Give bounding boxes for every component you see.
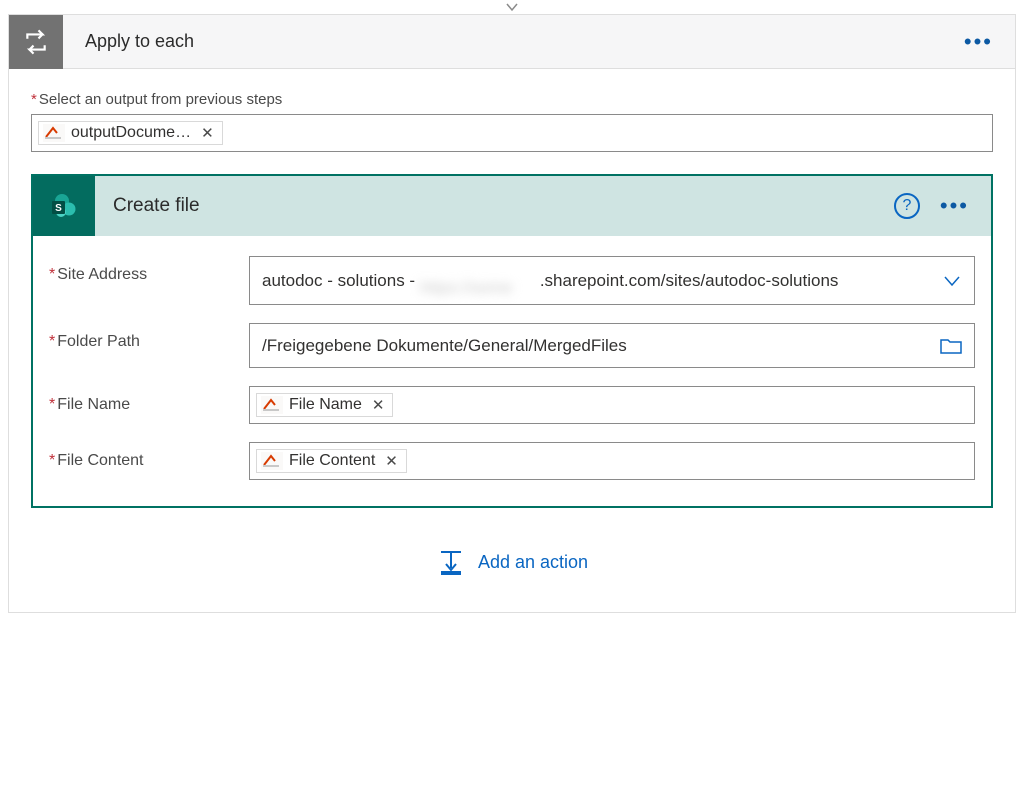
api-key-icon	[43, 124, 65, 142]
file-name-row: *File Name File Name ✕	[49, 386, 975, 424]
file-content-token-label: File Content	[289, 452, 375, 470]
api-key-icon	[261, 452, 283, 470]
file-content-input[interactable]: File Content ✕	[249, 442, 975, 480]
apply-to-each-menu-button[interactable]: •••	[942, 29, 1015, 55]
site-address-row: *Site Address autodoc - solutions - http…	[49, 256, 975, 305]
apply-to-each-card: Apply to each ••• *Select an output from…	[8, 14, 1016, 613]
apply-to-each-title: Apply to each	[63, 31, 942, 52]
remove-token-icon[interactable]: ✕	[381, 452, 398, 470]
file-name-token-label: File Name	[289, 396, 362, 414]
select-output-input[interactable]: outputDocume… ✕	[31, 114, 993, 152]
create-file-title: Create file	[95, 195, 894, 217]
folder-picker-icon[interactable]	[930, 337, 962, 355]
site-address-select[interactable]: autodoc - solutions - https://some.share…	[249, 256, 975, 305]
folder-path-label: *Folder Path	[49, 323, 249, 351]
output-token[interactable]: outputDocume… ✕	[38, 121, 223, 145]
svg-text:S: S	[55, 203, 62, 214]
create-file-menu-button[interactable]: •••	[934, 193, 991, 219]
file-name-input[interactable]: File Name ✕	[249, 386, 975, 424]
loop-icon	[9, 15, 63, 69]
file-content-row: *File Content File Content ✕	[49, 442, 975, 480]
select-output-label: *Select an output from previous steps	[31, 91, 993, 108]
api-key-icon	[261, 396, 283, 414]
folder-path-row: *Folder Path /Freigegebene Dokumente/Gen…	[49, 323, 975, 368]
create-file-card: S Create file ? ••• *Site Address autodo…	[31, 174, 993, 508]
redacted-text: https://some	[420, 274, 540, 290]
select-output-section: *Select an output from previous steps ou…	[9, 69, 1015, 152]
site-address-label: *Site Address	[49, 256, 249, 284]
apply-to-each-header[interactable]: Apply to each •••	[9, 15, 1015, 69]
flow-connector-arrow	[505, 0, 519, 14]
remove-token-icon[interactable]: ✕	[197, 124, 214, 142]
add-action-button[interactable]: Add an action	[9, 508, 1015, 612]
output-token-label: outputDocume…	[71, 124, 191, 142]
chevron-down-icon[interactable]	[932, 271, 962, 291]
create-file-form: *Site Address autodoc - solutions - http…	[33, 236, 991, 506]
file-name-token[interactable]: File Name ✕	[256, 393, 393, 417]
sharepoint-icon: S	[33, 176, 95, 236]
add-action-icon	[436, 548, 466, 576]
folder-path-input[interactable]: /Freigegebene Dokumente/General/MergedFi…	[249, 323, 975, 368]
add-action-label: Add an action	[478, 552, 588, 573]
create-file-header[interactable]: S Create file ? •••	[33, 176, 991, 236]
file-content-label: *File Content	[49, 442, 249, 470]
file-name-label: *File Name	[49, 386, 249, 414]
file-content-token[interactable]: File Content ✕	[256, 449, 407, 473]
help-button[interactable]: ?	[894, 193, 920, 219]
remove-token-icon[interactable]: ✕	[368, 396, 385, 414]
folder-path-value: /Freigegebene Dokumente/General/MergedFi…	[262, 332, 930, 359]
site-address-value: autodoc - solutions - https://some.share…	[262, 267, 932, 294]
